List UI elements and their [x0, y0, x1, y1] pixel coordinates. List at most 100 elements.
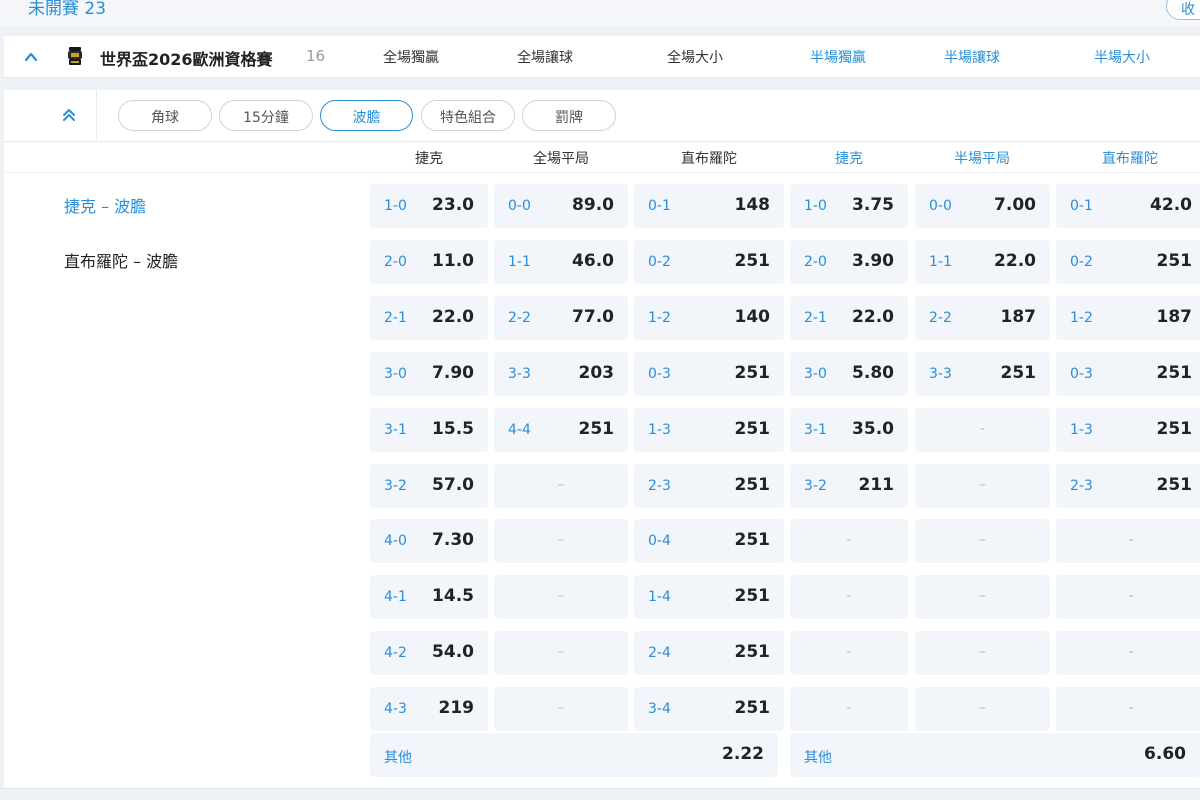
unavailable-marker: – — [557, 644, 565, 660]
market-full-handicap[interactable]: 全場讓球 — [490, 47, 600, 67]
odds-cell[interactable]: 4-0 7.30 — [370, 519, 488, 563]
score-label: 3-2 — [384, 478, 407, 494]
tab-specials[interactable]: 特色組合 — [421, 100, 515, 131]
odds-cell[interactable]: 2-1 22.0 — [370, 296, 488, 340]
tab-correct-score[interactable]: 波膽 — [320, 100, 413, 131]
score-label: 2-0 — [384, 254, 407, 270]
odds-cell[interactable]: 3-3 251 — [915, 352, 1050, 396]
other-label: 其他 — [804, 750, 832, 766]
odds-cell[interactable]: 1-3 251 — [1056, 408, 1200, 452]
odds-cell[interactable]: 1-2 187 — [1056, 296, 1200, 340]
odds-cell[interactable]: 2-2 187 — [915, 296, 1050, 340]
odds-value: 35.0 — [852, 419, 894, 439]
odds-cell[interactable]: 1-4 251 — [634, 575, 784, 619]
collapse-button[interactable]: 收 — [1166, 0, 1200, 20]
section-title[interactable]: 未開賽 23 — [28, 0, 106, 19]
odds-cell[interactable]: 0-3 251 — [1056, 352, 1200, 396]
odds-cell[interactable]: 2-2 77.0 — [494, 296, 628, 340]
match-link-active[interactable]: 捷克 – 波膽 — [64, 193, 146, 217]
odds-cell[interactable]: 2-3 251 — [634, 464, 784, 508]
unavailable-marker: – — [557, 700, 565, 716]
odds-cell[interactable]: 2-3 251 — [1056, 464, 1200, 508]
odds-cell: - — [790, 575, 908, 619]
score-label: 2-3 — [1070, 478, 1093, 494]
unavailable-marker: - — [1128, 532, 1134, 548]
odds-value: 22.0 — [432, 307, 474, 327]
odds-cell[interactable]: 1-0 3.75 — [790, 184, 908, 228]
odds-cell[interactable]: 4-2 54.0 — [370, 631, 488, 675]
score-label: 4-4 — [508, 422, 531, 438]
odds-value: 54.0 — [432, 642, 474, 662]
double-chevron-up-icon[interactable] — [60, 106, 78, 124]
league-header[interactable]: 世界盃2026歐洲資格賽 16 全場獨贏 全場讓球 全場大小 半場獨贏 半場讓球… — [4, 36, 1200, 78]
market-full-over-under[interactable]: 全場大小 — [640, 47, 750, 67]
odds-cell: – — [915, 519, 1050, 563]
odds-value: 22.0 — [852, 307, 894, 327]
tab-cards[interactable]: 罰牌 — [522, 100, 616, 131]
odds-value: 7.30 — [432, 530, 474, 550]
odds-value: 5.80 — [852, 363, 894, 383]
odds-cell[interactable]: 0-0 7.00 — [915, 184, 1050, 228]
odds-value: 148 — [734, 195, 771, 215]
unavailable-marker: – — [557, 588, 565, 604]
odds-cell[interactable]: 0-1 42.0 — [1056, 184, 1200, 228]
odds-cell[interactable]: 3-2 57.0 — [370, 464, 488, 508]
odds-cell[interactable]: 4-4 251 — [494, 408, 628, 452]
market-full-1x2[interactable]: 全場獨贏 — [356, 47, 466, 67]
odds-cell[interactable]: 1-3 251 — [634, 408, 784, 452]
col-header-half-draw: 半場平局 — [954, 151, 1010, 167]
chevron-up-icon[interactable] — [23, 49, 39, 65]
odds-cell[interactable]: 0-1 148 — [634, 184, 784, 228]
odds-cell[interactable]: 0-3 251 — [634, 352, 784, 396]
odds-cell: - — [1056, 631, 1200, 675]
odds-cell[interactable]: 2-1 22.0 — [790, 296, 908, 340]
odds-cell: – — [494, 687, 628, 731]
odds-cell[interactable]: 0-4 251 — [634, 519, 784, 563]
odds-value: 251 — [1156, 251, 1193, 271]
odds-cell-other[interactable]: 其他 6.60 — [790, 733, 1200, 777]
match-link[interactable]: 直布羅陀 – 波膽 — [64, 248, 178, 272]
odds-cell[interactable]: 3-0 5.80 — [790, 352, 908, 396]
odds-cell[interactable]: 1-1 22.0 — [915, 240, 1050, 284]
odds-value: 14.5 — [432, 586, 474, 606]
odds-cell: – — [915, 575, 1050, 619]
score-label: 1-0 — [804, 198, 827, 214]
col-header-full-away: 直布羅陀 — [681, 151, 737, 167]
odds-cell[interactable]: 3-0 7.90 — [370, 352, 488, 396]
odds-cell[interactable]: 0-2 251 — [1056, 240, 1200, 284]
market-half-handicap[interactable]: 半場讓球 — [917, 47, 1027, 67]
market-half-1x2[interactable]: 半場獨贏 — [783, 47, 893, 67]
score-label: 0-2 — [1070, 254, 1093, 270]
market-half-over-under[interactable]: 半場大小 — [1067, 47, 1177, 67]
score-label: 4-1 — [384, 589, 407, 605]
odds-cell[interactable]: 4-1 14.5 — [370, 575, 488, 619]
odds-cell-other[interactable]: 其他 2.22 — [370, 733, 778, 777]
unavailable-marker: – — [557, 477, 565, 493]
odds-cell[interactable]: 2-0 3.90 — [790, 240, 908, 284]
odds-cell[interactable]: 1-2 140 — [634, 296, 784, 340]
odds-cell[interactable]: 4-3 219 — [370, 687, 488, 731]
odds-cell[interactable]: 1-1 46.0 — [494, 240, 628, 284]
odds-cell[interactable]: 3-3 203 — [494, 352, 628, 396]
col-header-full-home: 捷克 — [415, 151, 443, 167]
score-label: 2-1 — [804, 310, 827, 326]
score-label: 4-3 — [384, 701, 407, 717]
odds-cell[interactable]: 2-0 11.0 — [370, 240, 488, 284]
odds-cell[interactable]: 0-2 251 — [634, 240, 784, 284]
tab-corners[interactable]: 角球 — [118, 100, 212, 131]
score-label: 0-3 — [1070, 366, 1093, 382]
score-label: 0-1 — [1070, 198, 1093, 214]
odds-cell[interactable]: 0-0 89.0 — [494, 184, 628, 228]
col-header-full-draw: 全場平局 — [533, 151, 589, 167]
odds-cell: - — [1056, 519, 1200, 563]
odds-cell[interactable]: 1-0 23.0 — [370, 184, 488, 228]
odds-cell[interactable]: 3-2 211 — [790, 464, 908, 508]
unavailable-marker: - — [846, 644, 852, 660]
odds-cell[interactable]: 2-4 251 — [634, 631, 784, 675]
unavailable-marker: – — [979, 644, 986, 660]
odds-cell[interactable]: 3-4 251 — [634, 687, 784, 731]
odds-cell[interactable]: 3-1 35.0 — [790, 408, 908, 452]
odds-cell[interactable]: 3-1 15.5 — [370, 408, 488, 452]
score-label: 3-0 — [384, 366, 407, 382]
tab-15-min[interactable]: 15分鐘 — [219, 100, 313, 131]
